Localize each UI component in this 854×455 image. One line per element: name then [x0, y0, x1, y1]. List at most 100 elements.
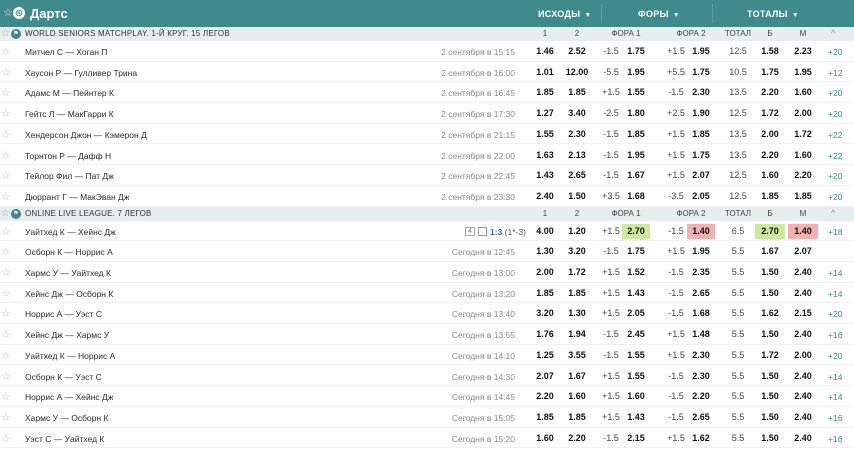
total-line[interactable]: 12.5 [724, 189, 752, 204]
odds-win-1[interactable]: 1.30 [530, 244, 560, 259]
more-markets-link[interactable]: +20 [828, 171, 842, 181]
match-name[interactable]: Торнтон Р — Дафф Н [25, 151, 111, 161]
total-line[interactable]: 5.5 [724, 410, 752, 425]
total-under-odds[interactable]: 2.40 [788, 410, 818, 425]
odds-win-1[interactable]: 3.20 [530, 306, 560, 321]
handicap-2-odds[interactable]: 1.85 [687, 127, 715, 142]
more-markets-link[interactable]: +16 [828, 413, 842, 423]
handicap-1-line[interactable]: -1.5 [600, 348, 622, 363]
handicap-2-odds[interactable]: 1.48 [687, 327, 715, 342]
handicap-1-line[interactable]: +1.5 [600, 410, 622, 425]
total-over-odds[interactable]: 1.50 [755, 327, 785, 342]
odds-win-2[interactable]: 2.20 [562, 431, 592, 446]
handicap-1-line[interactable]: +1.5 [600, 224, 622, 239]
favorite-star-icon[interactable]: ☆ [1, 266, 11, 279]
table-row[interactable]: ☆ Торнтон Р — Дафф Н 2 сентября в 22:00 1.6… [0, 145, 854, 166]
total-line[interactable]: 5.5 [724, 369, 752, 384]
handicap-2-line[interactable]: +1.5 [665, 44, 687, 59]
handicap-2-odds[interactable]: 1.95 [687, 44, 715, 59]
odds-win-2[interactable]: 1.85 [562, 286, 592, 301]
handicap-1-odds[interactable]: 2.05 [622, 306, 650, 321]
total-over-odds[interactable]: 1.50 [755, 410, 785, 425]
more-markets-link[interactable]: +14 [828, 289, 842, 299]
table-row[interactable]: ☆ Гейтс Л — МакГарри К 2 сентября в 17:30 1… [0, 103, 854, 124]
handicap-1-line[interactable]: -1.5 [600, 44, 622, 59]
handicap-1-odds[interactable]: 1.80 [622, 106, 650, 121]
favorite-star-icon[interactable]: ☆ [1, 370, 11, 383]
match-name[interactable]: Осборн К — Норрис А [25, 247, 113, 257]
group-handicaps[interactable]: ФОРЫ ▼ [638, 9, 680, 19]
handicap-1-line[interactable]: -1.5 [600, 244, 622, 259]
odds-win-2[interactable]: 1.72 [562, 265, 592, 280]
more-markets-link[interactable]: +14 [828, 392, 842, 402]
handicap-2-odds[interactable]: 2.35 [687, 265, 715, 280]
handicap-1-odds[interactable]: 1.85 [622, 127, 650, 142]
handicap-2-line[interactable]: -1.5 [665, 369, 687, 384]
match-name[interactable]: Норрис А — Уэст С [25, 309, 102, 319]
total-over-odds[interactable]: 2.20 [755, 85, 785, 100]
favorite-star-icon[interactable]: ☆ [1, 128, 11, 141]
table-row[interactable]: ☆ Адамс М — Пейнтер К 2 сентября в 16:45 1.… [0, 82, 854, 104]
total-under-odds[interactable]: 2.40 [788, 286, 818, 301]
total-under-odds[interactable]: 1.60 [788, 85, 818, 100]
total-over-odds[interactable]: 1.85 [755, 189, 785, 204]
odds-win-1[interactable]: 1.85 [530, 410, 560, 425]
table-row[interactable]: ☆ Тейлор Фил — Пат Дж 2 сентября в 22:45 1.… [0, 165, 854, 186]
handicap-1-odds[interactable]: 1.75 [622, 44, 650, 59]
odds-win-2[interactable]: 2.13 [562, 148, 592, 163]
stream-icon[interactable] [478, 226, 487, 236]
total-line[interactable]: 13.5 [724, 127, 752, 142]
odds-win-1[interactable]: 2.07 [530, 369, 560, 384]
odds-win-1[interactable]: 2.20 [530, 389, 560, 404]
total-over-odds[interactable]: 1.60 [755, 168, 785, 183]
odds-win-2[interactable]: 1.60 [562, 389, 592, 404]
handicap-1-odds[interactable]: 1.43 [622, 410, 650, 425]
handicap-2-line[interactable]: -1.5 [665, 306, 687, 321]
match-name[interactable]: Хармс У — Уайтхед К [25, 268, 111, 278]
handicap-2-odds[interactable]: 2.30 [687, 348, 715, 363]
total-over-odds[interactable]: 1.72 [755, 348, 785, 363]
handicap-1-line[interactable]: -1.5 [600, 148, 622, 163]
total-under-odds[interactable]: 1.60 [788, 148, 818, 163]
handicap-2-line[interactable]: +1.5 [665, 168, 687, 183]
total-line[interactable]: 5.5 [724, 431, 752, 446]
odds-win-1[interactable]: 1.55 [530, 127, 560, 142]
handicap-1-odds[interactable]: 1.60 [622, 389, 650, 404]
handicap-1-line[interactable]: -1.5 [600, 431, 622, 446]
total-under-odds[interactable]: 1.40 [788, 223, 818, 239]
total-line[interactable]: 5.5 [724, 306, 752, 321]
total-over-odds[interactable]: 1.75 [755, 65, 785, 80]
handicap-2-odds[interactable]: 1.90 [687, 106, 715, 121]
odds-win-1[interactable]: 1.01 [530, 65, 560, 80]
total-over-odds[interactable]: 1.50 [755, 265, 785, 280]
handicap-2-line[interactable]: +1.5 [665, 431, 687, 446]
match-name[interactable]: Хендерсон Джон — Кэмерон Д [25, 130, 147, 140]
handicap-2-odds[interactable]: 1.40 [687, 223, 715, 239]
total-line[interactable]: 5.5 [724, 244, 752, 259]
odds-win-1[interactable]: 1.25 [530, 348, 560, 363]
handicap-2-line[interactable]: +1.5 [665, 348, 687, 363]
total-under-odds[interactable]: 1.95 [788, 65, 818, 80]
odds-win-1[interactable]: 1.27 [530, 106, 560, 121]
handicap-1-odds[interactable]: 1.95 [622, 65, 650, 80]
handicap-1-odds[interactable]: 1.43 [622, 286, 650, 301]
more-markets-link[interactable]: +20 [828, 309, 842, 319]
handicap-1-line[interactable]: -1.5 [600, 127, 622, 142]
favorite-star-icon[interactable]: ☆ [1, 190, 11, 203]
more-markets-link[interactable]: +20 [828, 192, 842, 202]
total-over-odds[interactable]: 2.70 [755, 223, 785, 239]
match-name[interactable]: Уайтхед К — Норрис А [25, 351, 115, 361]
total-over-odds[interactable]: 1.50 [755, 369, 785, 384]
match-name[interactable]: Уайтхед К — Хейнс Дж [25, 227, 116, 237]
total-line[interactable]: 12.5 [724, 106, 752, 121]
more-markets-link[interactable]: +20 [828, 351, 842, 361]
match-name[interactable]: Уэст С — Уайтхед К [25, 434, 104, 444]
odds-win-1[interactable]: 1.43 [530, 168, 560, 183]
odds-win-2[interactable]: 1.85 [562, 410, 592, 425]
odds-win-2[interactable]: 3.40 [562, 106, 592, 121]
handicap-1-odds[interactable]: 1.68 [622, 189, 650, 204]
table-row[interactable]: ☆ Хейнс Дж — Хармс У Сегодня в 13:55 1.76 1.… [0, 324, 854, 345]
total-over-odds[interactable]: 1.50 [755, 389, 785, 404]
odds-win-2[interactable]: 1.67 [562, 369, 592, 384]
handicap-1-odds[interactable]: 1.55 [622, 85, 650, 100]
